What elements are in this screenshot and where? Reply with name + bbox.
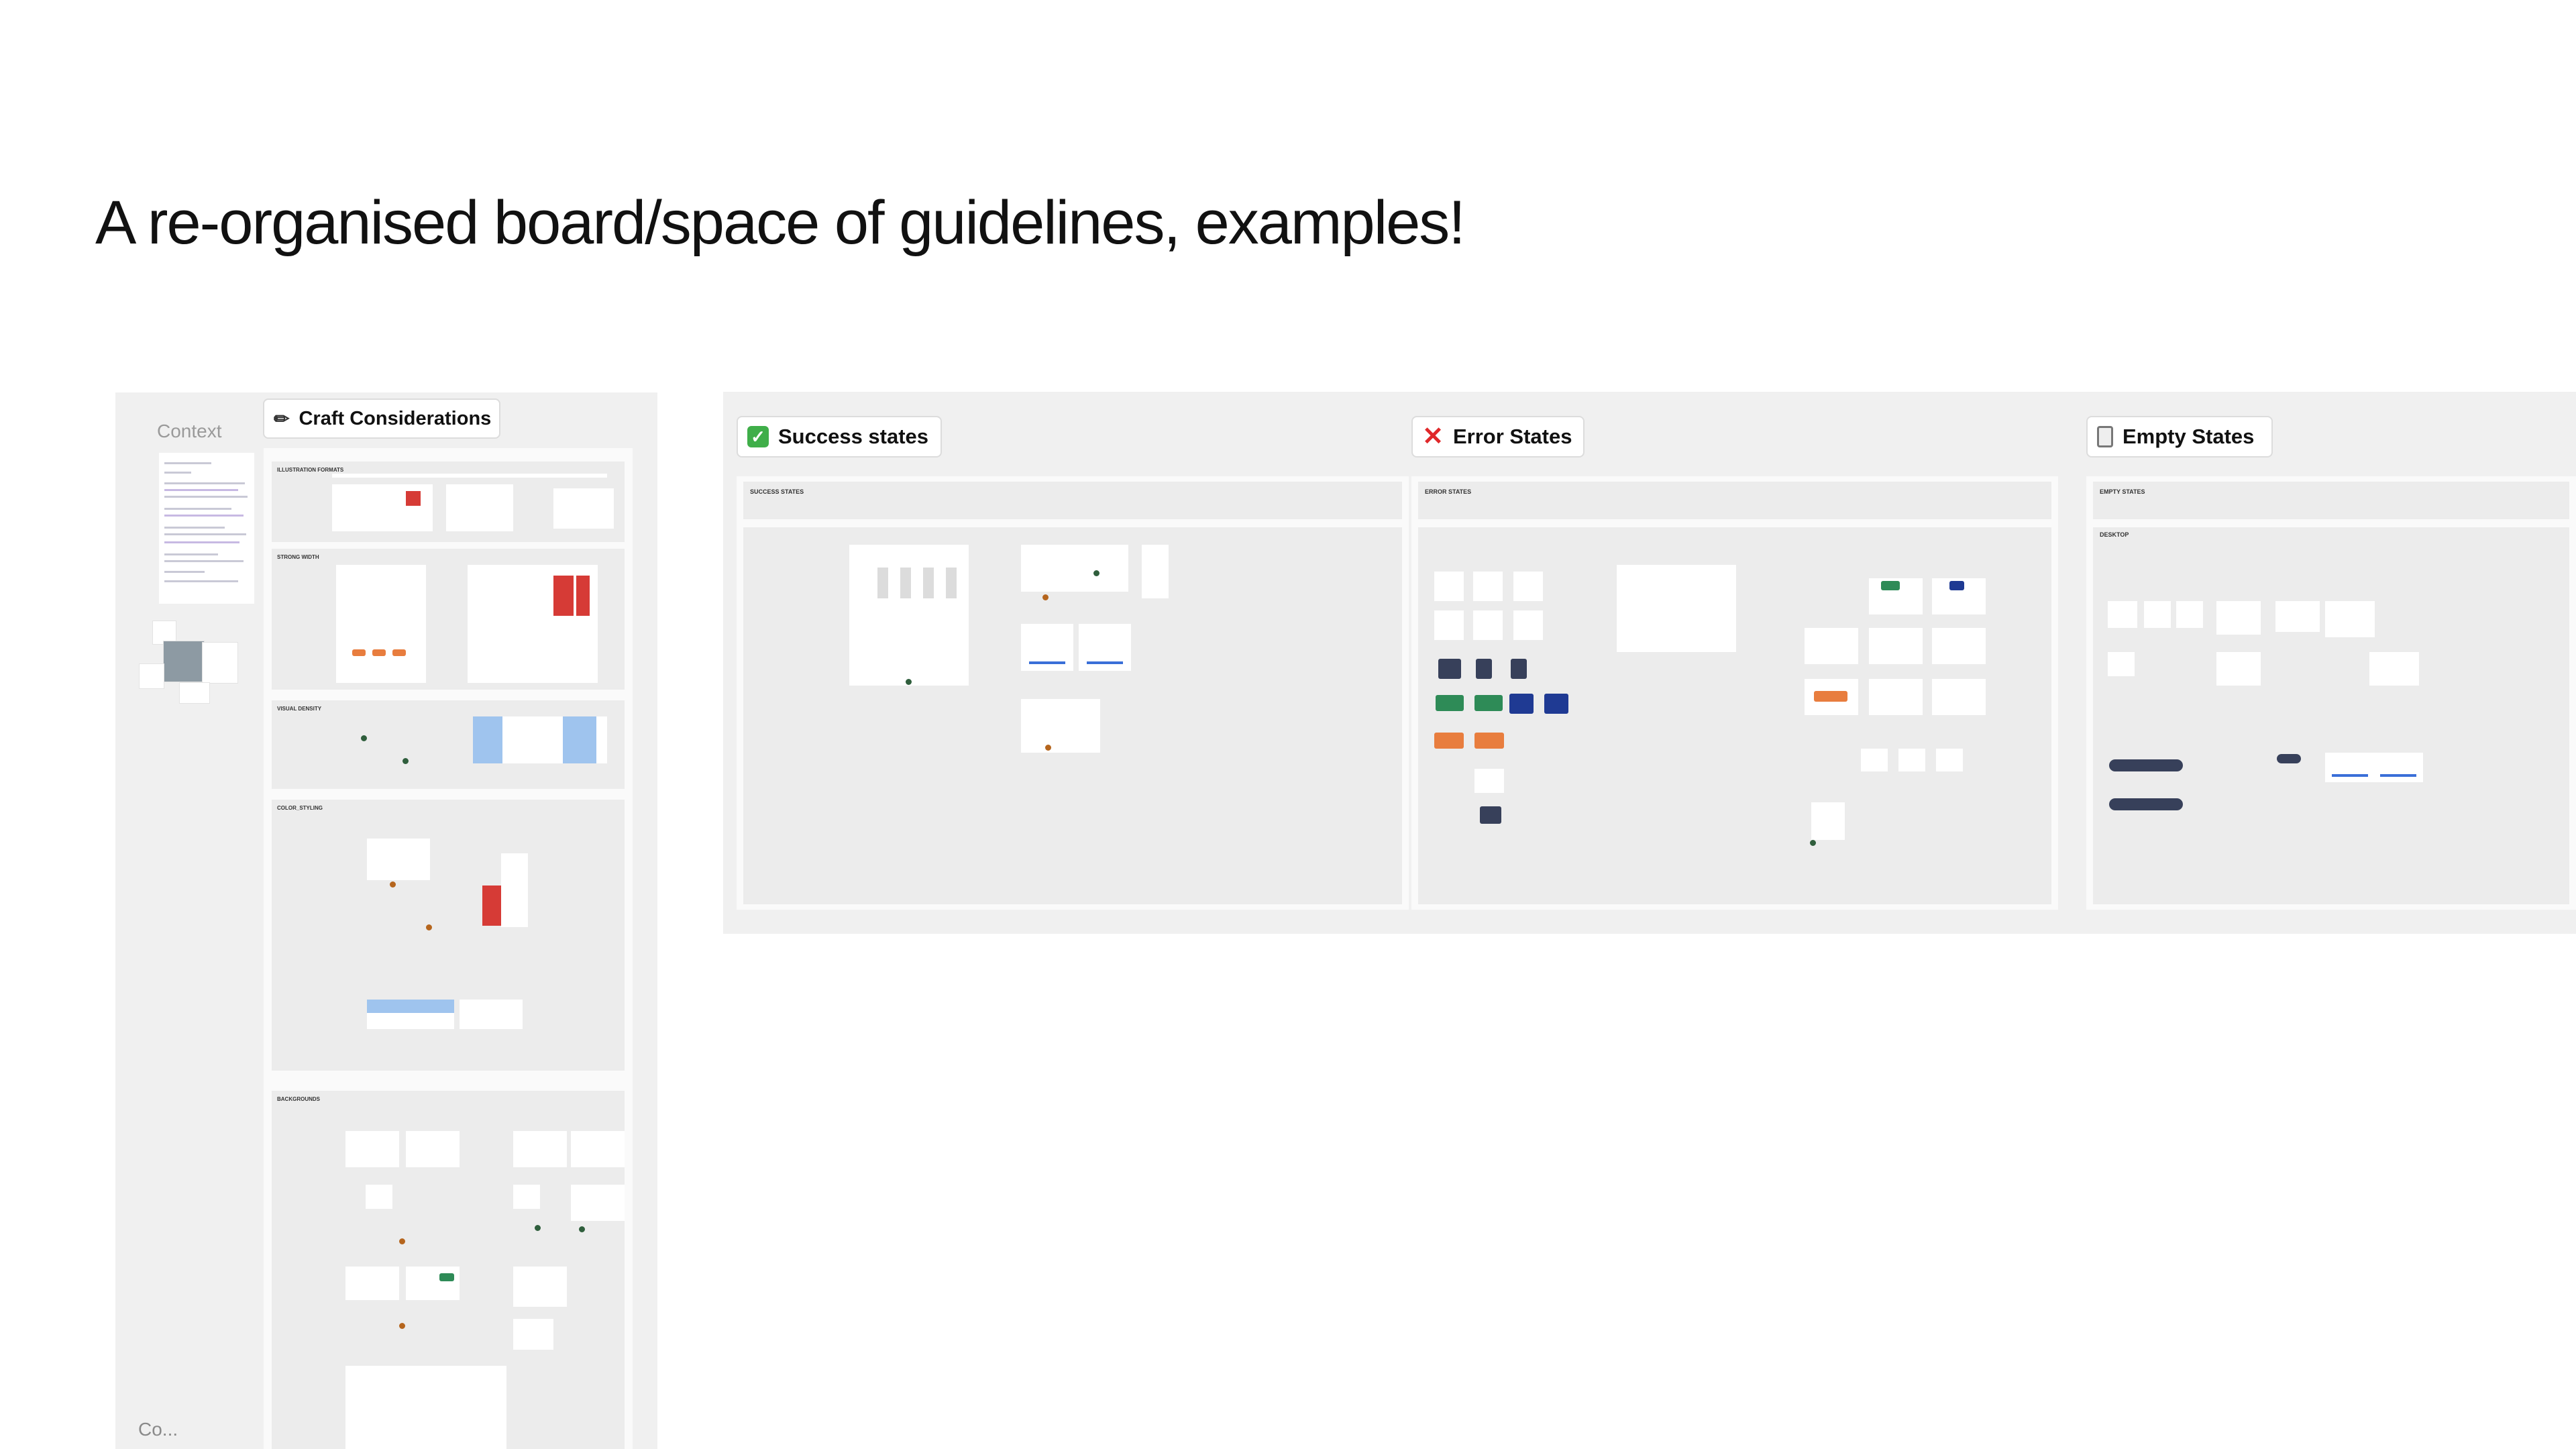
craft-section-backgrounds[interactable]: BACKGROUNDS (272, 1091, 625, 1449)
craft-section-visual-density[interactable]: VISUAL DENSITY (272, 700, 625, 789)
craft-section-title: COLOR_STYLING (277, 805, 323, 811)
error-states-panel[interactable]: ERROR STATES (1411, 476, 2058, 910)
error-states-tag[interactable]: ✕ Error States (1411, 416, 1585, 458)
context-document-thumbnail[interactable] (159, 453, 254, 604)
empty-states-label: Empty States (2123, 425, 2255, 448)
craft-section-title: STRONG WIDTH (277, 554, 319, 560)
craft-considerations-label: Craft Considerations (299, 407, 492, 429)
craft-considerations-tag[interactable]: ✏ Craft Considerations (263, 398, 500, 439)
context-label: Context (157, 421, 222, 441)
craft-section-title: ILLUSTRATION FORMATS (277, 467, 344, 473)
error-states-label: Error States (1453, 425, 1572, 448)
page-title: A re-organised board/space of guidelines… (95, 189, 1466, 257)
empty-states-panel[interactable]: EMPTY STATES DESKTOP (2086, 476, 2576, 910)
pencil-icon: ✏ (274, 408, 290, 429)
check-icon: ✓ (747, 426, 769, 447)
x-icon: ✕ (1422, 423, 1444, 451)
success-panel-title: SUCCESS STATES (750, 488, 804, 495)
empty-panel-title: EMPTY STATES (2100, 488, 2145, 495)
empty-desktop-subtitle: DESKTOP (2100, 531, 2129, 538)
craft-considerations-column[interactable]: ILLUSTRATION FORMATS STRONG WIDTH VISUAL… (264, 448, 633, 1449)
craft-section-title: BACKGROUNDS (277, 1096, 320, 1102)
craft-section-color-styling[interactable]: COLOR_STYLING (272, 800, 625, 1071)
success-states-label: Success states (778, 425, 929, 448)
empty-states-tag[interactable]: Empty States (2086, 416, 2273, 458)
craft-section-title: VISUAL DENSITY (277, 706, 322, 712)
context-screenshot-cluster[interactable] (139, 621, 253, 708)
states-board[interactable]: ✓ Success states SUCCESS STATES ✕ Error … (723, 392, 2576, 934)
hourglass-icon (2097, 426, 2113, 447)
truncated-section-label: Co... (138, 1419, 178, 1440)
craft-section-illustration-formats[interactable]: ILLUSTRATION FORMATS (272, 462, 625, 542)
success-states-tag[interactable]: ✓ Success states (737, 416, 942, 458)
success-states-panel[interactable]: SUCCESS STATES (737, 476, 1409, 910)
craft-section-strong-width[interactable]: STRONG WIDTH (272, 549, 625, 690)
error-panel-title: ERROR STATES (1425, 488, 1472, 495)
